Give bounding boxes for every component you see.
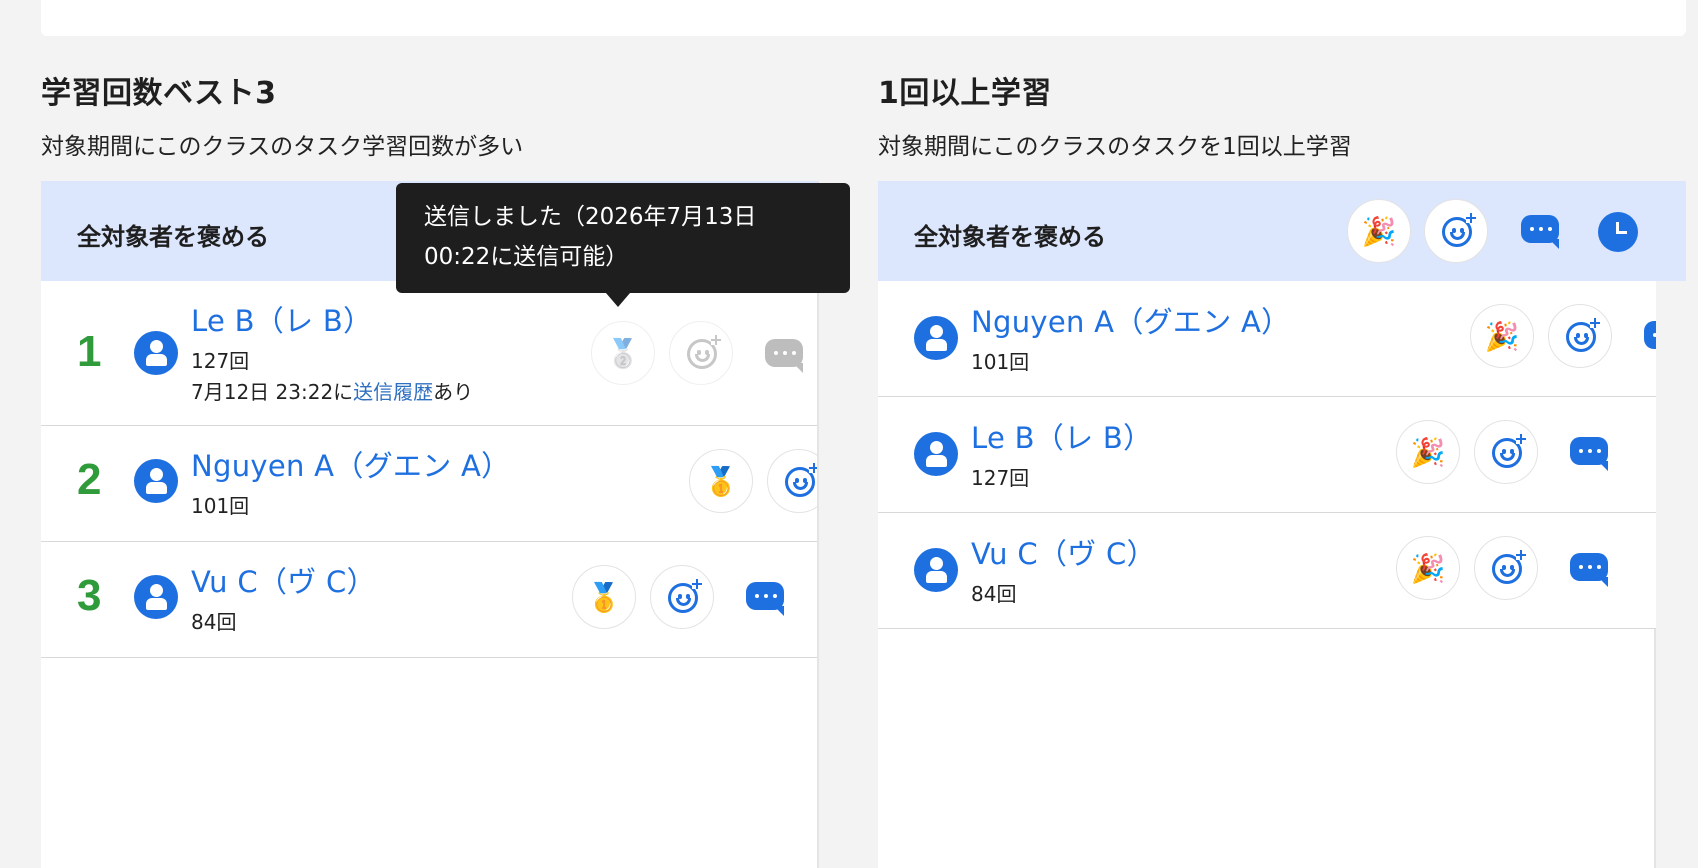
study-count: 84回 — [971, 582, 1017, 606]
party-button[interactable]: 🎉 — [1396, 420, 1460, 484]
rank-number: 2 — [77, 455, 102, 504]
praise-all-party-button[interactable]: 🎉 — [1347, 199, 1411, 263]
study-count: 127回 — [971, 466, 1030, 490]
study-count: 101回 — [971, 350, 1030, 374]
praise-all-label: 全対象者を褒める — [914, 223, 1106, 251]
smile-plus-icon — [687, 335, 721, 369]
message-icon — [1530, 227, 1552, 231]
message-button[interactable] — [1570, 437, 1610, 471]
praise-stamp-button[interactable] — [650, 565, 714, 629]
medal-button[interactable]: 🥈 — [591, 321, 655, 385]
gold-medal-icon: 🥇 — [586, 580, 622, 614]
smile-plus-icon — [1566, 318, 1600, 352]
message-icon — [755, 594, 777, 598]
message-button[interactable] — [1570, 553, 1610, 587]
message-icon — [1579, 565, 1601, 569]
rank-number: 3 — [77, 571, 102, 620]
smile-plus-icon — [1442, 213, 1476, 247]
schedule-clock-button[interactable] — [1598, 212, 1638, 252]
student-name-link[interactable]: Le B（レ B） — [191, 298, 372, 340]
gold-medal-icon: 🥇 — [703, 464, 739, 498]
silver-medal-icon: 🥈 — [605, 336, 641, 370]
avatar — [914, 316, 958, 360]
one-or-more-description: 対象期間にこのクラスのタスクを1回以上学習 — [878, 134, 1352, 160]
smile-plus-icon — [1492, 434, 1526, 468]
student-name-link[interactable]: Vu C（ヴ C） — [191, 559, 376, 601]
table-row: 2 Nguyen A（グエン A） 101回 🥇 — [41, 426, 817, 542]
message-button[interactable] — [765, 339, 805, 373]
avatar — [134, 331, 178, 375]
smile-plus-icon — [1492, 550, 1526, 584]
sent-tooltip: 送信しました（2026年7月13日 00:22に送信可能） — [396, 183, 850, 307]
praise-stamp-button[interactable] — [1474, 420, 1538, 484]
praise-stamp-button[interactable] — [1474, 536, 1538, 600]
party-popper-icon: 🎉 — [1410, 435, 1446, 469]
praise-all-header: 全対象者を褒める 🎉 — [878, 181, 1686, 281]
student-name-link[interactable]: Nguyen A（グエン A） — [971, 299, 1290, 341]
party-popper-icon: 🎉 — [1484, 319, 1520, 353]
medal-button[interactable]: 🥇 — [689, 449, 753, 513]
praise-all-label: 全対象者を褒める — [77, 223, 269, 251]
table-row: 1 Le B（レ B） 127回 7月12日 23:22に送信履歴あり 🥈 — [41, 281, 817, 426]
study-count: 101回 — [191, 494, 250, 518]
praise-all-message-button[interactable] — [1521, 215, 1561, 249]
one-or-more-panel: 全対象者を褒める 🎉 Nguyen A（グエン A） 101回 🎉 Le B（レ… — [878, 181, 1686, 868]
tooltip-line1: 送信しました（2026年7月13日 — [424, 204, 757, 230]
party-popper-icon: 🎉 — [1410, 551, 1446, 585]
praise-stamp-button[interactable] — [767, 449, 817, 513]
study-count: 127回 — [191, 349, 250, 373]
student-name-link[interactable]: Le B（レ B） — [971, 415, 1152, 457]
avatar — [914, 548, 958, 592]
table-row: Vu C（ヴ C） 84回 🎉 — [878, 513, 1656, 629]
tooltip-line2: 00:22に送信可能） — [424, 244, 629, 270]
student-name-link[interactable]: Nguyen A（グエン A） — [191, 443, 510, 485]
avatar — [134, 575, 178, 619]
message-icon — [1653, 333, 1656, 337]
student-name-link[interactable]: Vu C（ヴ C） — [971, 531, 1156, 573]
best3-title: 学習回数ベスト3 — [41, 76, 277, 111]
avatar — [914, 432, 958, 476]
table-row: Le B（レ B） 127回 🎉 — [878, 397, 1656, 513]
avatar — [134, 459, 178, 503]
praise-stamp-button[interactable] — [1548, 304, 1612, 368]
rank-number: 1 — [77, 327, 102, 376]
party-button[interactable]: 🎉 — [1396, 536, 1460, 600]
message-icon — [1579, 449, 1601, 453]
top-card — [41, 0, 1686, 36]
smile-plus-icon — [668, 579, 702, 613]
medal-button[interactable]: 🥇 — [572, 565, 636, 629]
table-row: Nguyen A（グエン A） 101回 🎉 — [878, 281, 1656, 397]
praise-stamp-button[interactable] — [669, 321, 733, 385]
one-or-more-title: 1回以上学習 — [878, 76, 1052, 111]
message-icon — [774, 351, 796, 355]
study-count: 84回 — [191, 610, 237, 634]
party-button[interactable]: 🎉 — [1470, 304, 1534, 368]
best3-description: 対象期間にこのクラスのタスク学習回数が多い — [41, 134, 524, 160]
message-button[interactable] — [1644, 321, 1656, 353]
smile-plus-icon — [785, 463, 817, 497]
praise-all-stamp-button[interactable] — [1424, 199, 1488, 263]
message-button[interactable] — [746, 582, 786, 616]
party-popper-icon: 🎉 — [1361, 214, 1397, 248]
send-history-link[interactable]: 送信履歴 — [353, 380, 433, 404]
send-history: 7月12日 23:22に送信履歴あり — [191, 380, 474, 404]
table-row: 3 Vu C（ヴ C） 84回 🥇 — [41, 542, 817, 658]
